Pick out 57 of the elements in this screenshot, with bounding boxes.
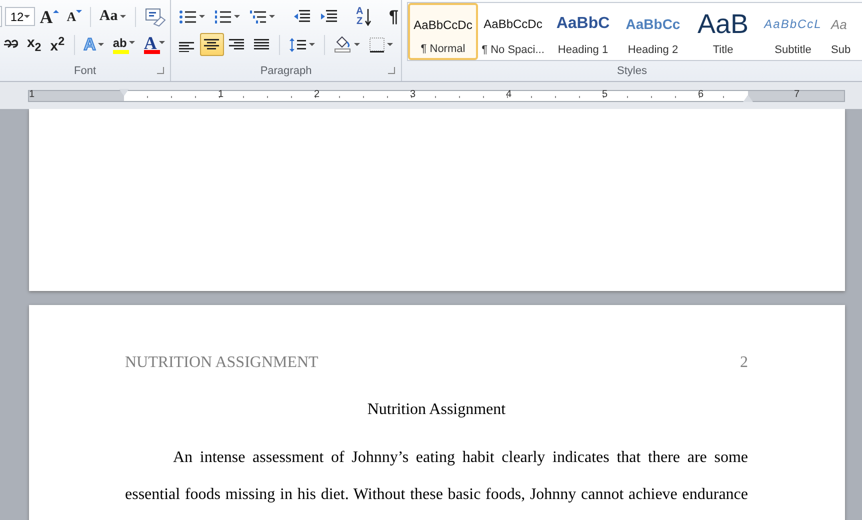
increase-indent-icon — [320, 8, 338, 24]
ruler-number: 6 — [698, 88, 704, 100]
dialog-launcher-icon[interactable] — [157, 67, 164, 74]
ruler-number: 1 — [29, 88, 35, 100]
down-triangle-icon — [76, 10, 82, 13]
bullet-list-icon — [179, 8, 197, 24]
group-label: Styles — [617, 65, 647, 78]
style-option[interactable]: AaBbCc Heading 2 — [618, 3, 688, 60]
indent-marker-icon[interactable] — [119, 88, 129, 96]
ruler[interactable]: 1 1 2 3 4 5 6 7 — [28, 90, 845, 102]
group-label: Font — [74, 65, 96, 77]
caret-icon — [24, 15, 30, 18]
ruler-number: 5 — [602, 88, 608, 100]
dialog-launcher-icon[interactable] — [388, 67, 395, 74]
color-bar-icon — [112, 50, 129, 54]
shrink-font-button[interactable]: A — [62, 5, 86, 28]
line-spacing-icon — [289, 36, 307, 52]
change-case-button[interactable]: Aa — [95, 5, 130, 28]
ruler-number: 7 — [794, 88, 800, 100]
group-label: Paragraph — [260, 65, 312, 77]
sort-button[interactable]: AZ — [352, 5, 375, 28]
borders-icon — [369, 36, 385, 52]
indent-marker-icon[interactable] — [743, 94, 753, 102]
down-arrow-icon — [365, 8, 371, 26]
justify-icon — [254, 38, 270, 52]
style-option[interactable]: AaBbCcDc ¶ Normal — [408, 3, 478, 60]
ruler-number: 1 — [218, 88, 224, 100]
align-center-button[interactable] — [200, 33, 224, 56]
ruler-number: 3 — [410, 88, 416, 100]
body-paragraph: An intense assessment of Johnny’s eating habit clearly indicates that there are some essential foods missing in his diet. Without these basic foods, Johnny cannot achieve endurance — [125, 448, 748, 505]
font-color-button[interactable]: A — [140, 33, 169, 56]
numbered-list-icon — [214, 8, 232, 24]
highlight-button[interactable]: ab — [108, 33, 139, 56]
paint-bucket-icon — [334, 36, 352, 53]
style-option[interactable]: AaBbC Heading 1 — [548, 3, 618, 60]
style-option[interactable]: AaBbCcDc ¶ No Spaci... — [478, 3, 548, 60]
style-option[interactable]: AaBbCcL Subtitle — [758, 3, 828, 60]
show-marks-button[interactable]: ¶ — [385, 5, 402, 28]
clear-formatting-icon — [144, 6, 166, 26]
align-right-icon — [229, 38, 245, 52]
up-triangle-icon — [52, 10, 59, 13]
ruler-number: 2 — [314, 88, 320, 100]
ruler-number: 4 — [506, 88, 512, 100]
page-header: NUTRITION ASSIGNMENT — [125, 354, 318, 372]
page-number: 2 — [740, 354, 748, 372]
style-option[interactable]: Aa Sub — [828, 3, 862, 60]
strikethrough-icon — [4, 38, 18, 50]
font-size-field[interactable]: 12 — [5, 7, 35, 26]
document-title: Nutrition Assignment — [367, 401, 506, 418]
color-bar-icon — [144, 50, 160, 54]
align-center-icon — [204, 38, 220, 52]
style-option[interactable]: AaB Title — [688, 3, 758, 60]
decrease-indent-icon — [293, 8, 311, 24]
superscript-button[interactable]: x$^{2}$ — [46, 33, 69, 56]
multilevel-list-icon — [249, 8, 267, 24]
grow-font-button[interactable]: A — [36, 5, 62, 28]
subscript-button[interactable]: x$_{2}$ — [23, 33, 46, 56]
